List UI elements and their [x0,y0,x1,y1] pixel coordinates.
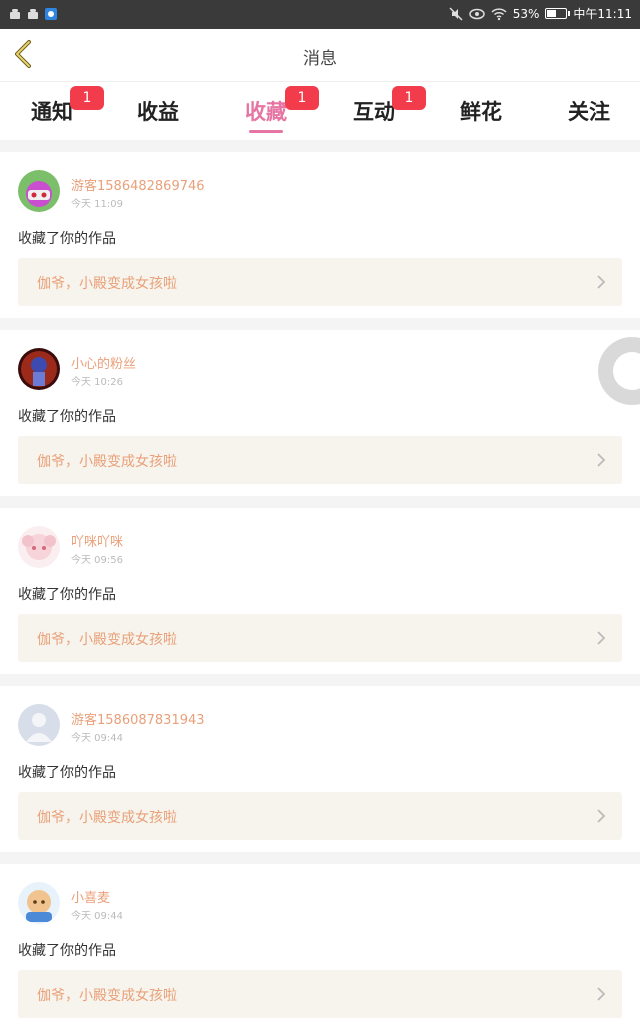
clock: 中午11:11 [573,7,632,21]
list-item: 吖咪吖咪 今天 09:56 收藏了你的作品 伽爷，小殿变成女孩啦 [0,508,640,674]
anime-avatar-icon[interactable] [18,882,60,924]
username[interactable]: 吖咪吖咪 [71,531,123,550]
app-notification-icon [45,8,57,20]
list-item: 游客1586482869746 今天 11:09 收藏了你的作品 伽爷，小殿变成… [0,152,640,318]
unread-badge: 1 [392,86,426,110]
work-title: 伽爷，小殿变成女孩啦 [37,276,177,292]
tab-earnings[interactable]: 收益 [113,96,203,126]
tab-label: 鲜花 [460,100,502,124]
list-item: 小心的粉丝 今天 10:26 收藏了你的作品 伽爷，小殿变成女孩啦 [0,330,640,496]
action-text: 收藏了你的作品 [18,409,116,425]
work-link[interactable]: 伽爷，小殿变成女孩啦 [18,970,622,1018]
timestamp: 今天 10:26 [71,377,123,388]
battery-percent: 53% [512,6,540,21]
tab-label: 通知 [31,100,73,124]
notification-icons [8,7,58,21]
anime-avatar-icon[interactable] [18,170,60,212]
tab-flowers[interactable]: 鲜花 [436,96,526,126]
tab-following[interactable]: 关注 [544,96,634,126]
chevron-right-icon [597,987,606,1001]
action-text: 收藏了你的作品 [18,765,116,781]
tab-notice[interactable]: 通知 1 [7,86,104,126]
work-link[interactable]: 伽爷，小殿变成女孩啦 [18,258,622,306]
anime-avatar-icon[interactable] [18,348,60,390]
timestamp: 今天 11:09 [71,199,123,210]
mute-icon [449,6,463,21]
action-text: 收藏了你的作品 [18,231,116,247]
work-link[interactable]: 伽爷，小殿变成女孩啦 [18,614,622,662]
action-text: 收藏了你的作品 [18,587,116,603]
list-item: 小喜麦 今天 09:44 收藏了你的作品 伽爷，小殿变成女孩啦 [0,864,640,1030]
work-title: 伽爷，小殿变成女孩啦 [37,454,177,470]
list-item: 游客1586087831943 今天 09:44 收藏了你的作品 伽爷，小殿变成… [0,686,640,852]
timestamp: 今天 09:44 [71,911,123,922]
work-title: 伽爷，小殿变成女孩啦 [37,810,177,826]
battery-icon [545,8,571,19]
tab-label: 收益 [137,100,179,124]
chevron-right-icon [597,809,606,823]
tab-label: 关注 [568,100,610,124]
timestamp: 今天 09:44 [71,733,123,744]
chevron-right-icon [597,453,606,467]
page-title: 消息 [303,49,337,69]
tab-interaction[interactable]: 互动 1 [329,86,426,126]
wifi-icon [491,7,507,20]
android-icon [28,9,38,19]
work-title: 伽爷，小殿变成女孩啦 [37,988,177,1004]
active-tab-indicator [249,130,283,133]
tab-label: 收藏 [245,100,287,124]
timestamp: 今天 09:56 [71,555,123,566]
tab-label: 互动 [353,100,395,124]
work-title: 伽爷，小殿变成女孩啦 [37,632,177,648]
work-link[interactable]: 伽爷，小殿变成女孩啦 [18,792,622,840]
unread-badge: 1 [285,86,319,110]
action-text: 收藏了你的作品 [18,943,116,959]
anime-avatar-icon[interactable] [18,526,60,568]
eye-comfort-icon [468,8,485,19]
tab-favorites[interactable]: 收藏 1 [221,86,319,126]
work-link[interactable]: 伽爷，小殿变成女孩啦 [18,436,622,484]
default-user-avatar-icon[interactable] [18,704,60,746]
username[interactable]: 游客1586087831943 [71,709,205,728]
app-header: 消息 [0,29,640,82]
message-tabs: 通知 1 收益 收藏 1 互动 1 鲜花 关注 [0,82,640,140]
username[interactable]: 小喜麦 [71,887,110,906]
chevron-right-icon [597,275,606,289]
username[interactable]: 游客1586482869746 [71,175,205,194]
chevron-right-icon [597,631,606,645]
status-bar: 53% 中午11:11 [0,0,640,29]
username[interactable]: 小心的粉丝 [71,353,136,372]
unread-badge: 1 [70,86,104,110]
android-icon [10,9,20,19]
